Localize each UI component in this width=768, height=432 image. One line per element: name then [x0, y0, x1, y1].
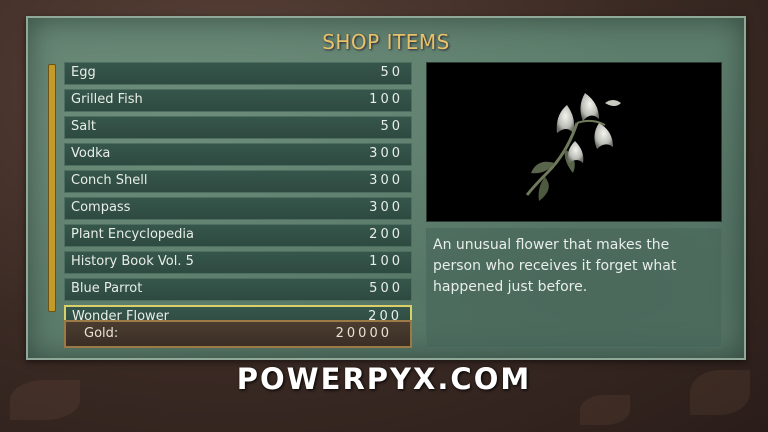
item-row-grilled-fish[interactable]: Grilled Fish 100 [64, 89, 412, 112]
item-name: History Book Vol. 5 [71, 254, 194, 269]
gold-display: Gold: 20000 [64, 320, 412, 348]
item-price: 100 [369, 254, 403, 269]
watermark: POWERPYX.COM [236, 362, 532, 396]
item-name: Plant Encyclopedia [71, 227, 194, 242]
item-price: 100 [369, 92, 403, 107]
item-name: Egg [71, 65, 96, 80]
item-description-box: An unusual flower that makes the person … [426, 228, 722, 348]
item-row-salt[interactable]: Salt 50 [64, 116, 412, 139]
item-price: 300 [369, 146, 403, 161]
shop-panel: SHOP ITEMS Egg 50 Grilled Fish 100 Salt … [26, 16, 746, 360]
item-price: 50 [380, 65, 403, 80]
item-row-conch-shell[interactable]: Conch Shell 300 [64, 170, 412, 193]
item-name: Salt [71, 119, 96, 134]
white-lily-flower-icon [525, 93, 621, 201]
item-row-history-book[interactable]: History Book Vol. 5 100 [64, 251, 412, 274]
item-name: Vodka [71, 146, 111, 161]
background-leaf [580, 395, 630, 425]
item-list: Egg 50 Grilled Fish 100 Salt 50 Vodka 30… [64, 62, 412, 332]
item-price: 200 [369, 227, 403, 242]
item-price: 50 [380, 119, 403, 134]
item-price: 500 [369, 281, 403, 296]
item-preview [426, 62, 722, 222]
item-row-egg[interactable]: Egg 50 [64, 62, 412, 85]
item-name: Grilled Fish [71, 92, 143, 107]
item-row-plant-encyclopedia[interactable]: Plant Encyclopedia 200 [64, 224, 412, 247]
shop-title: SHOP ITEMS [322, 30, 450, 54]
item-row-compass[interactable]: Compass 300 [64, 197, 412, 220]
item-price: 300 [369, 173, 403, 188]
gold-value: 20000 [335, 326, 392, 341]
item-name: Blue Parrot [71, 281, 143, 296]
item-list-scrollbar[interactable] [48, 64, 56, 312]
item-row-blue-parrot[interactable]: Blue Parrot 500 [64, 278, 412, 301]
item-description: An unusual flower that makes the person … [433, 237, 677, 295]
item-price: 300 [369, 200, 403, 215]
gold-label: Gold: [84, 326, 119, 341]
item-name: Compass [71, 200, 131, 215]
item-row-vodka[interactable]: Vodka 300 [64, 143, 412, 166]
item-name: Conch Shell [71, 173, 148, 188]
